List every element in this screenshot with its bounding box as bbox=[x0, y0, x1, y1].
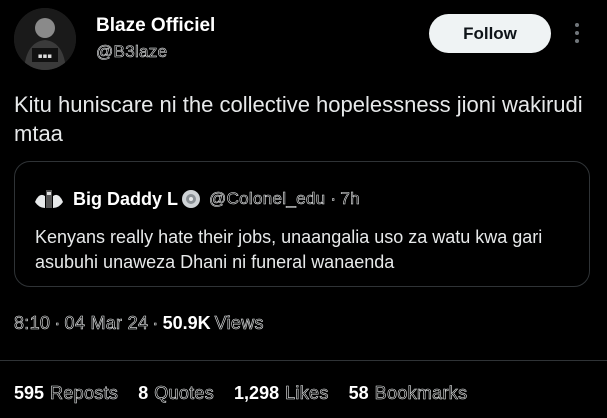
tweet-time[interactable]: 8:10 bbox=[14, 313, 51, 334]
engagement-stats: 595 Reposts 8 Quotes 1,298 Likes 58 Book… bbox=[14, 383, 487, 404]
stat-likes[interactable]: 1,298 Likes bbox=[234, 383, 329, 404]
stat-count: 58 bbox=[348, 383, 369, 403]
meta-separator: · bbox=[54, 313, 61, 334]
stat-reposts[interactable]: 595 Reposts bbox=[14, 383, 118, 404]
stat-label: Bookmarks bbox=[374, 383, 468, 404]
stat-bookmarks[interactable]: 58 Bookmarks bbox=[349, 383, 468, 404]
quoted-time: 7h bbox=[340, 189, 360, 209]
quoted-tweet-header: Big Daddy L @Colonel_edu · 7h bbox=[33, 186, 360, 212]
views-count: 50.9K bbox=[162, 313, 211, 333]
quoted-author-avatar bbox=[33, 186, 65, 212]
quoted-tweet[interactable]: Big Daddy L @Colonel_edu · 7h Kenyans re… bbox=[14, 161, 590, 287]
tweet-header: ▪▪▪ Blaze Officiel @B3laze Follow bbox=[0, 0, 607, 80]
tweet-date[interactable]: 04 Mar 24 bbox=[64, 313, 148, 334]
quoted-time-separator: · bbox=[330, 189, 337, 209]
tweet-meta: 8:10 · 04 Mar 24 · 50.9K Views bbox=[14, 313, 264, 334]
stat-count: 8 bbox=[138, 383, 149, 403]
divider bbox=[0, 360, 607, 361]
author-handle[interactable]: @B3laze bbox=[96, 41, 215, 63]
quoted-author-handle: @Colonel_edu bbox=[209, 189, 326, 209]
views-label: Views bbox=[214, 313, 264, 334]
author-display-name[interactable]: Blaze Officiel bbox=[96, 15, 215, 37]
meta-separator: · bbox=[152, 313, 159, 334]
stat-label: Quotes bbox=[154, 383, 215, 404]
quoted-author-name: Big Daddy L bbox=[73, 188, 179, 209]
quoted-tweet-text: Kenyans really hate their jobs, unaangal… bbox=[35, 227, 543, 272]
avatar[interactable]: ▪▪▪ bbox=[14, 8, 76, 70]
stat-label: Reposts bbox=[50, 383, 119, 404]
stat-count: 595 bbox=[14, 383, 45, 403]
author-block: Blaze Officiel @B3laze bbox=[96, 15, 216, 63]
tweet-text: Kitu huniscare ni the collective hopeles… bbox=[14, 92, 583, 146]
verified-badge-icon bbox=[181, 189, 201, 209]
follow-button[interactable]: Follow bbox=[429, 14, 551, 53]
stat-quotes[interactable]: 8 Quotes bbox=[138, 383, 214, 404]
svg-text:▪▪▪: ▪▪▪ bbox=[38, 52, 52, 60]
more-vertical-icon[interactable] bbox=[569, 20, 585, 46]
stat-label: Likes bbox=[285, 383, 329, 404]
stat-count: 1,298 bbox=[234, 383, 280, 403]
